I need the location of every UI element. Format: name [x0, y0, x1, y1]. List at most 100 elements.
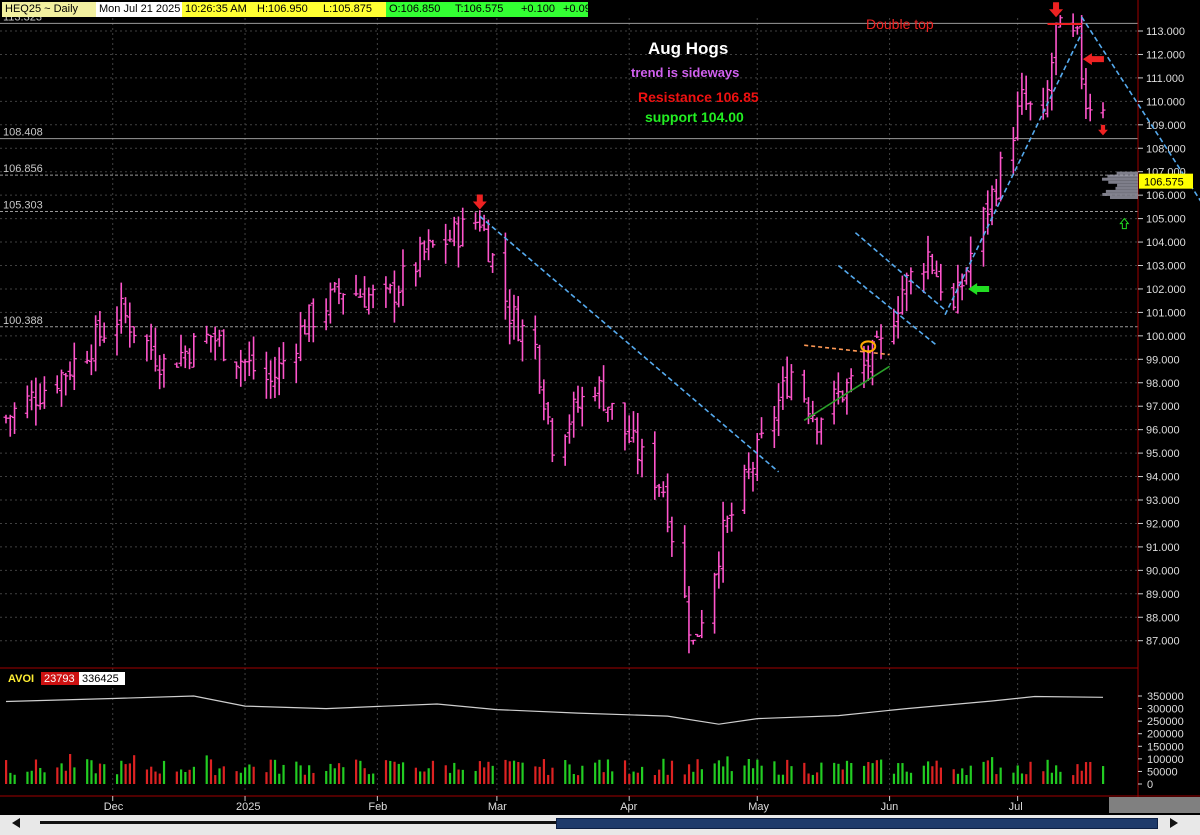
volume-bar [363, 768, 366, 784]
volume-bar [474, 770, 477, 784]
volume-bar [939, 767, 942, 784]
volume-bar [115, 774, 119, 784]
header-high: H:106.950 [254, 2, 320, 17]
volume-bar [453, 762, 456, 784]
header-low: L:105.875 [320, 2, 386, 17]
volume-bar [1080, 770, 1083, 784]
volume-profile-bar [1108, 180, 1138, 184]
volume-tick-label: 50000 [1147, 766, 1178, 778]
volume-bar [632, 771, 635, 784]
price-tick-label: 97.000 [1146, 401, 1180, 413]
volume-bar [576, 775, 580, 784]
time-tick-label: Jul [1009, 801, 1023, 813]
scroll-left-icon[interactable] [12, 818, 20, 828]
volume-bar [598, 759, 601, 784]
volume-bar [534, 766, 537, 784]
volume-bar [901, 763, 904, 784]
volume-bar [602, 772, 605, 784]
volume-bar [34, 759, 38, 784]
volume-bar [730, 771, 733, 784]
price-chart[interactable]: 113.323108.408106.856105.303100.38887.00… [0, 0, 1200, 835]
volume-bar [905, 771, 908, 784]
volume-bar [508, 761, 511, 784]
volume-bar [367, 774, 371, 784]
volume-bar [1055, 765, 1058, 784]
volume-profile-bar [1107, 174, 1138, 178]
volume-tick-label: 300000 [1147, 704, 1184, 716]
volume-bar [965, 775, 968, 784]
volume-bar [222, 766, 225, 784]
volume-bar [444, 765, 447, 784]
price-tick-label: 88.000 [1146, 612, 1180, 624]
volume-bar [717, 760, 721, 784]
volume-bar [491, 765, 494, 784]
volume-bar [244, 767, 247, 784]
scroll-thumb[interactable] [556, 818, 1158, 829]
volume-bar [845, 760, 849, 784]
price-tick-label: 87.000 [1146, 636, 1180, 648]
volume-bar [909, 772, 913, 784]
volume-bar [820, 762, 823, 784]
time-tick-label: Mar [488, 801, 507, 813]
volume-bar [175, 771, 178, 784]
volume-bar [329, 763, 332, 784]
volume-bar [154, 771, 157, 784]
volume-bar [308, 765, 311, 784]
volume-bar [419, 771, 422, 784]
volume-bar [9, 772, 12, 784]
volume-bar [393, 761, 396, 784]
volume-bar [188, 769, 191, 784]
volume-bar [687, 764, 691, 784]
volume-bar [547, 774, 550, 784]
price-tick-label: 112.000 [1146, 49, 1185, 61]
volume-bar [150, 766, 153, 784]
volume-bar [414, 767, 417, 784]
scroll-right-icon[interactable] [1170, 818, 1178, 828]
volume-bar [337, 763, 341, 784]
volume-bar [269, 759, 272, 784]
volume-bar [98, 763, 102, 784]
volume-bar [777, 774, 780, 784]
volume-bar [1012, 772, 1015, 784]
avoi-label: AVOI [8, 673, 34, 685]
price-tick-label: 95.000 [1146, 448, 1180, 460]
volume-bar [120, 760, 123, 784]
volume-bar [512, 760, 516, 784]
volume-tick-label: 0 [1147, 779, 1153, 791]
volume-bar [184, 771, 187, 784]
volume-bar [658, 769, 661, 784]
volume-bar [60, 763, 63, 784]
volume-bar [521, 762, 524, 784]
volume-bar [1020, 773, 1024, 784]
price-tick-label: 99.000 [1146, 354, 1180, 366]
resistance-annotation: Resistance 106.85 [638, 89, 759, 105]
volume-bar [295, 761, 298, 784]
level-label: 100.388 [3, 315, 43, 327]
volume-bar [956, 773, 960, 784]
volume-bar [239, 772, 242, 784]
volume-bar [427, 768, 430, 784]
volume-bar [781, 774, 785, 784]
price-tick-label: 102.000 [1146, 284, 1186, 296]
volume-bar [568, 764, 571, 784]
volume-bar [935, 760, 938, 784]
volume-bar [192, 766, 196, 784]
volume-bar [1046, 759, 1049, 784]
header-change: +0.100 [518, 2, 560, 17]
horizontal-scrollbar[interactable] [0, 815, 1200, 835]
time-tick-label: 2025 [236, 801, 260, 813]
volume-bar [461, 769, 464, 784]
volume-bar [94, 773, 97, 784]
volume-bar [1029, 761, 1032, 784]
volume-bar [850, 762, 853, 784]
volume-bar [56, 767, 59, 784]
volume-bar [26, 771, 29, 784]
price-tick-label: 110.000 [1146, 96, 1185, 108]
volume-bar [312, 772, 315, 784]
volume-bar [726, 756, 729, 784]
volume-bar [359, 760, 362, 784]
volume-bar [162, 760, 166, 784]
volume-bar [133, 755, 136, 784]
volume-bar [871, 763, 874, 784]
volume-tick-label: 350000 [1147, 691, 1184, 703]
